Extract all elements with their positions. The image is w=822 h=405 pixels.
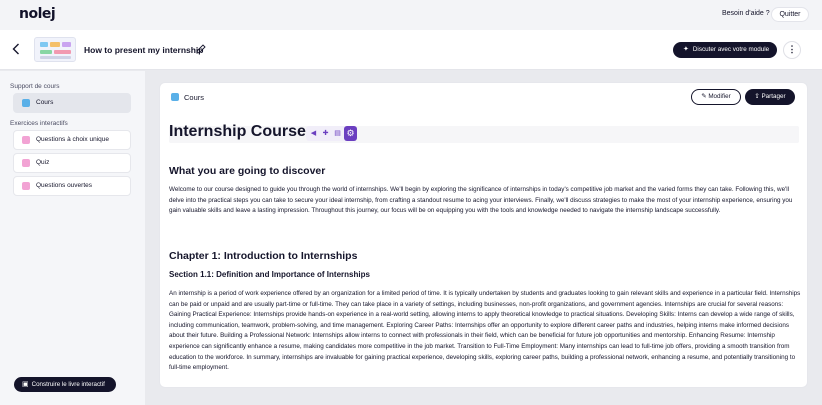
discuss-label: Discuter avec votre module	[692, 46, 770, 53]
sidebar-item-label: Cours	[36, 99, 54, 106]
sidebar-item-label: Quiz	[36, 159, 50, 166]
edit-button[interactable]: ✎ Modifier	[691, 89, 741, 105]
discover-heading: What you are going to discover	[169, 165, 326, 177]
edit-label: Modifier	[708, 93, 731, 100]
module-title: How to present my internship	[84, 45, 204, 55]
book-icon: ▣	[22, 381, 29, 388]
card-title: Cours	[184, 93, 205, 102]
help-link[interactable]: Besoin d'aide ?	[722, 10, 770, 17]
section-interactive-exercises: Exercices interactifs	[10, 120, 68, 127]
share-label: Partager	[761, 93, 786, 100]
discuss-module-button[interactable]: ✦ Discuter avec votre module	[673, 42, 777, 58]
sidebar-item-label: Questions ouvertes	[36, 182, 93, 189]
build-interactive-book-button[interactable]: ▣ Construire le livre interactif	[14, 377, 116, 392]
quit-button[interactable]: Quitter	[771, 7, 809, 22]
settings-icon[interactable]: ⚙	[344, 126, 357, 141]
chapter-heading: Chapter 1: Introduction to Internships	[169, 250, 358, 262]
build-label: Construire le livre interactif	[31, 381, 105, 388]
course-card: Cours ✎ Modifier ⇪ Partager Internship C…	[159, 82, 808, 388]
pencil-icon[interactable]	[196, 44, 206, 56]
block-toolbar: ◀ ✚ ▤ ⚙	[306, 126, 357, 141]
section-heading: Section 1.1: Definition and Importance o…	[169, 270, 370, 279]
card-header: Cours ✎ Modifier ⇪ Partager	[160, 83, 807, 110]
sparkles-icon: ✦	[683, 46, 689, 53]
flashcards-icon[interactable]: ▤	[333, 129, 342, 138]
sidebar-item-quiz[interactable]: Quiz	[13, 153, 131, 173]
exercise-icon	[22, 159, 30, 167]
sidebar: Support de cours Cours Exercices interac…	[0, 71, 145, 405]
chevron-left-icon[interactable]	[12, 43, 20, 57]
course-heading: Internship Course	[169, 123, 306, 140]
sidebar-item-single-choice[interactable]: Questions à choix unique	[13, 130, 131, 150]
module-thumbnail	[34, 37, 76, 62]
sidebar-item-open-questions[interactable]: Questions ouvertes	[13, 176, 131, 196]
course-icon	[22, 99, 30, 107]
course-icon	[171, 93, 179, 101]
more-vertical-icon[interactable]: ⋮	[783, 41, 801, 59]
exercise-icon	[22, 182, 30, 190]
discover-paragraph: Welcome to our course designed to guide …	[169, 186, 793, 215]
audio-icon[interactable]: ◀	[309, 129, 318, 138]
puzzle-icon[interactable]: ✚	[321, 129, 330, 138]
share-button[interactable]: ⇪ Partager	[745, 89, 795, 105]
module-header: How to present my internship ✦ Discuter a…	[0, 30, 822, 70]
section-paragraph: An internship is a period of work experi…	[169, 290, 801, 372]
sidebar-item-label: Questions à choix unique	[36, 136, 109, 143]
section-course-support: Support de cours	[10, 83, 60, 90]
top-bar: nolej Besoin d'aide ? Quitter	[0, 0, 822, 30]
sidebar-item-cours[interactable]: Cours	[13, 93, 131, 113]
nolej-logo[interactable]: nolej	[19, 6, 56, 22]
exercise-icon	[22, 136, 30, 144]
